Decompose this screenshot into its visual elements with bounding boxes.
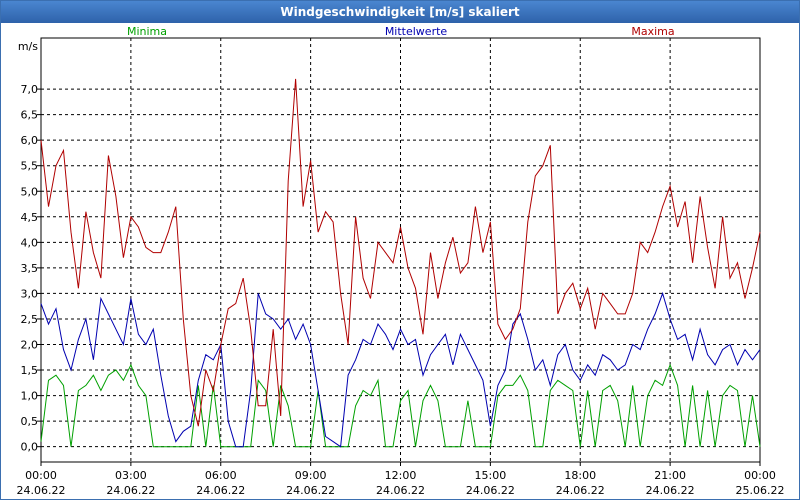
x-tick-label-time: 00:00 [25, 469, 57, 482]
x-tick-label-time: 12:00 [385, 469, 417, 482]
y-tick-label: 2,5 [21, 313, 39, 326]
x-tick-label-date: 24.06.22 [556, 484, 605, 497]
x-tick-label-date: 24.06.22 [106, 484, 155, 497]
legend-minima: Minima [127, 25, 167, 38]
x-tick-label-date: 24.06.22 [286, 484, 335, 497]
y-tick-label: 6,0 [21, 134, 39, 147]
x-tick-label-date: 25.06.22 [736, 484, 785, 497]
y-tick-label: 6,5 [21, 109, 39, 122]
y-tick-label: 2,0 [21, 339, 39, 352]
x-tick-label-time: 00:00 [744, 469, 776, 482]
x-tick-label-date: 24.06.22 [376, 484, 425, 497]
y-axis-label: m/s [18, 40, 38, 53]
y-tick-label: 0,0 [21, 441, 39, 454]
y-tick-label: 3,5 [21, 262, 39, 275]
x-tick-label-time: 09:00 [295, 469, 327, 482]
y-tick-label: 1,0 [21, 390, 39, 403]
y-tick-label: 5,0 [21, 185, 39, 198]
x-tick-label-time: 21:00 [654, 469, 686, 482]
x-tick-label-date: 24.06.22 [17, 484, 66, 497]
x-tick-label-date: 24.06.22 [466, 484, 515, 497]
x-tick-label-time: 03:00 [115, 469, 147, 482]
legend-mittelwerte: Mittelwerte [385, 25, 448, 38]
y-tick-label: 7,0 [21, 83, 39, 96]
x-tick-label-date: 24.06.22 [646, 484, 695, 497]
y-tick-label: 4,0 [21, 236, 39, 249]
y-tick-label: 1,5 [21, 364, 39, 377]
x-tick-label-date: 24.06.22 [196, 484, 245, 497]
x-tick-label-time: 06:00 [205, 469, 237, 482]
y-tick-label: 5,5 [21, 160, 39, 173]
y-tick-label: 0,5 [21, 415, 39, 428]
chart-window: Windgeschwindigkeit [m/s] skaliert 0,0 0,… [0, 0, 800, 500]
legend-maxima: Maxima [631, 25, 674, 38]
y-tick-label: 4,5 [21, 211, 39, 224]
x-tick-label-time: 15:00 [475, 469, 507, 482]
wind-speed-chart: 0,0 0,5 1,0 1,5 2,0 2,5 3,0 3,5 4,0 4,5 5,0 5,5 6,0 6… [17, 25, 785, 497]
y-tick-label: 3,0 [21, 287, 39, 300]
x-tick-label-time: 18:00 [564, 469, 596, 482]
